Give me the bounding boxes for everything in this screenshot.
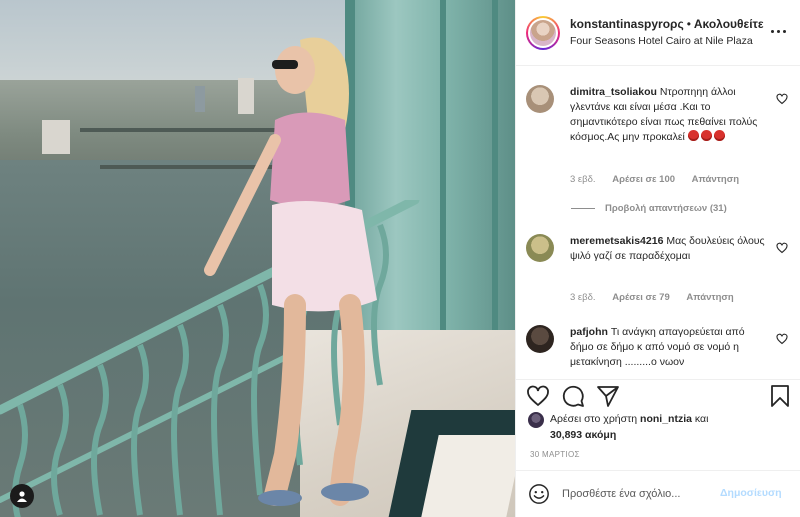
view-replies-button[interactable]: Προβολή απαντήσεων (31) [571,203,727,214]
post-sidebar: konstantinaspyrορς • Ακολουθείτε Four Seas… [515,0,800,517]
commenter-avatar[interactable] [526,234,554,262]
comment-reply-button[interactable]: Απάντηση [686,292,733,303]
comment-body: meremetsakis4216 Μας δουλεύεις όλους ψιλ… [570,234,766,264]
comment-item: pafjohn Τι ανάγκη απαγορεύεται από δήμο … [526,325,796,379]
comment-like-count[interactable]: Αρέσει σε 100 [612,174,675,185]
comment-time[interactable]: 3 εβδ. [570,174,596,185]
author-line: konstantinaspyrορς • Ακολουθείτε [570,17,764,31]
comment-body: dimitra_tsoliakou Ντροπηηη άλλοι γλεντάν… [570,85,766,145]
likes-count[interactable]: 30,893 ακόμη [550,428,616,443]
comment-username[interactable]: meremetsakis4216 [570,235,663,247]
heart-icon[interactable] [526,384,550,408]
comment-heart-icon[interactable] [776,242,788,254]
commenter-avatar[interactable] [526,85,554,113]
comment-body: pafjohn Τι ανάγκη απαγορεύεται από δήμο … [570,325,766,370]
separator: • [686,17,691,31]
post-actions [516,379,800,411]
comment-meta: 3 εβδ. Αρέσει σε 100 Απάντηση [570,174,753,185]
more-icon[interactable] [771,24,791,38]
photo-person [204,37,377,506]
comment-time[interactable]: 3 εβδ. [570,292,596,303]
follow-status[interactable]: Ακολουθείτε [694,17,764,31]
liker-username[interactable]: noni_ntzia [640,413,692,425]
photo-window-frame [440,0,446,330]
view-replies-label: Προβολή απαντήσεων (31) [605,203,727,214]
post-comment-button[interactable]: Δημοσίευση [720,487,782,499]
post-location[interactable]: Four Seasons Hotel Cairo at Nile Plaza [570,35,753,47]
comment-item: dimitra_tsoliakou Ντροπηηη άλλοι γλεντάν… [526,85,796,205]
photo-marble-tile [421,435,515,517]
smile-icon[interactable] [528,483,550,505]
liker-avatar[interactable] [528,412,544,428]
post-header: konstantinaspyrορς • Ακολουθείτε Four Seas… [516,0,800,66]
comment-heart-icon[interactable] [776,333,788,345]
photo-window-frame [492,0,498,330]
author-avatar[interactable] [526,16,560,50]
user-tag-icon[interactable] [10,484,34,508]
comment-heart-icon[interactable] [776,93,788,105]
comment-icon[interactable] [561,384,585,408]
angry-emoji-icon [687,130,727,143]
photo-building [42,120,70,154]
post-photo[interactable] [0,0,515,517]
comment-meta: 3 εβδ. Αρέσει σε 79 Απάντηση [570,292,748,303]
comment-like-count[interactable]: Αρέσει σε 79 [612,292,670,303]
comment-item: meremetsakis4216 Μας δουλεύεις όλους ψιλ… [526,234,796,314]
author-username[interactable]: konstantinaspyrορς [570,17,684,31]
comments-list: dimitra_tsoliakou Ντροπηηη άλλοι γλεντάν… [516,67,800,379]
likes-joiner: και [694,413,709,425]
comment-reply-button[interactable]: Απάντηση [692,174,739,185]
comment-username[interactable]: pafjohn [570,326,608,338]
commenter-avatar[interactable] [526,325,554,353]
likes-text: Αρέσει στο χρήστη noni_ntzia και [550,412,790,427]
send-icon[interactable] [596,384,620,408]
comment-input[interactable] [562,484,712,504]
comment-username[interactable]: dimitra_tsoliakou [570,86,657,98]
likes-prefix: Αρέσει στο χρήστη [550,413,638,425]
post-date[interactable]: 30 ΜΑΡΤΙΟΣ [530,450,580,459]
add-comment-bar: Δημοσίευση [516,470,800,517]
bookmark-icon[interactable] [768,384,792,408]
